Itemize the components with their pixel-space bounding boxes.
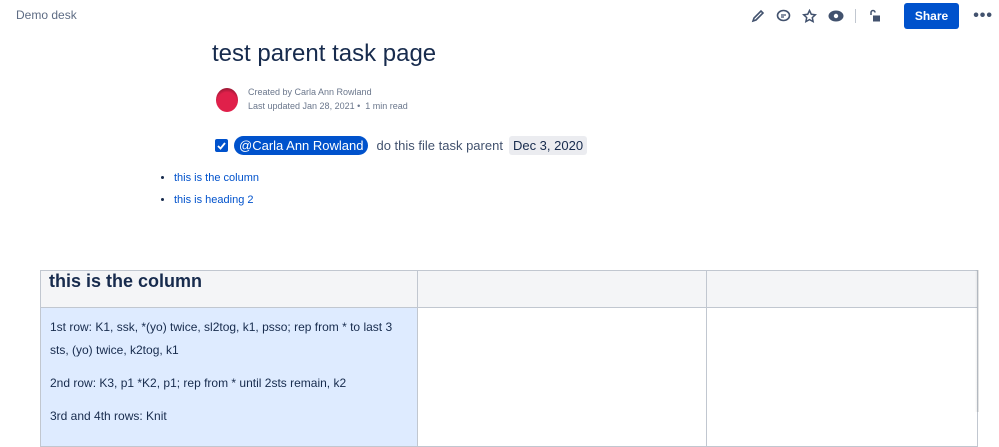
page-byline: Created by Carla Ann Rowland Last update… (248, 85, 408, 111)
toolbar-divider (854, 9, 856, 23)
task-due-date[interactable]: Dec 3, 2020 (508, 136, 588, 155)
table-cell (417, 307, 707, 447)
share-button[interactable]: Share (903, 3, 960, 29)
table-header-cell (417, 270, 707, 308)
table-cell: 1st row: K1, ssk, *(yo) twice, sl2tog, k… (40, 307, 418, 447)
cell-paragraph: 1st row: K1, ssk, *(yo) twice, sl2tog, k… (50, 320, 393, 357)
task-item: @Carla Ann Rowland do this file task par… (215, 136, 588, 155)
toc-link[interactable]: this is heading 2 (174, 194, 254, 206)
page-toolbar: Share ••• (745, 3, 999, 29)
cell-paragraph: 3rd and 4th rows: Knit (50, 409, 167, 423)
more-actions-button[interactable]: ••• (973, 7, 993, 25)
watch-icon[interactable] (823, 4, 849, 28)
page-title: test parent task page (212, 40, 437, 67)
content-table: this is the column 1st row: K1, ssk, *(y… (40, 270, 978, 447)
cell-paragraph: 2nd row: K3, p1 *K2, p1; rep from * unti… (50, 376, 347, 390)
space-name[interactable]: Demo desk (16, 8, 77, 22)
task-checkbox[interactable] (215, 139, 228, 152)
edit-icon[interactable] (745, 4, 771, 28)
user-mention[interactable]: @Carla Ann Rowland (234, 136, 369, 155)
table-of-contents: this is the column this is heading 2 (158, 172, 259, 216)
last-updated[interactable]: Last updated Jan 28, 2021 (248, 101, 355, 111)
read-time: 1 min read (365, 101, 408, 111)
table-header-cell: this is the column (40, 270, 418, 308)
created-by[interactable]: Created by Carla Ann Rowland (248, 85, 408, 99)
toc-link[interactable]: this is the column (174, 172, 259, 184)
toc-item: this is the column (174, 172, 259, 184)
star-icon[interactable] (797, 4, 823, 28)
restrictions-icon[interactable] (862, 4, 888, 28)
avatar[interactable] (216, 88, 238, 112)
toc-item: this is heading 2 (174, 194, 259, 206)
table-header-cell (706, 270, 978, 308)
task-text: do this file task parent (376, 138, 503, 153)
comment-icon[interactable] (771, 4, 797, 28)
table-cell (706, 307, 978, 447)
table-scroll-shadow (975, 270, 979, 412)
